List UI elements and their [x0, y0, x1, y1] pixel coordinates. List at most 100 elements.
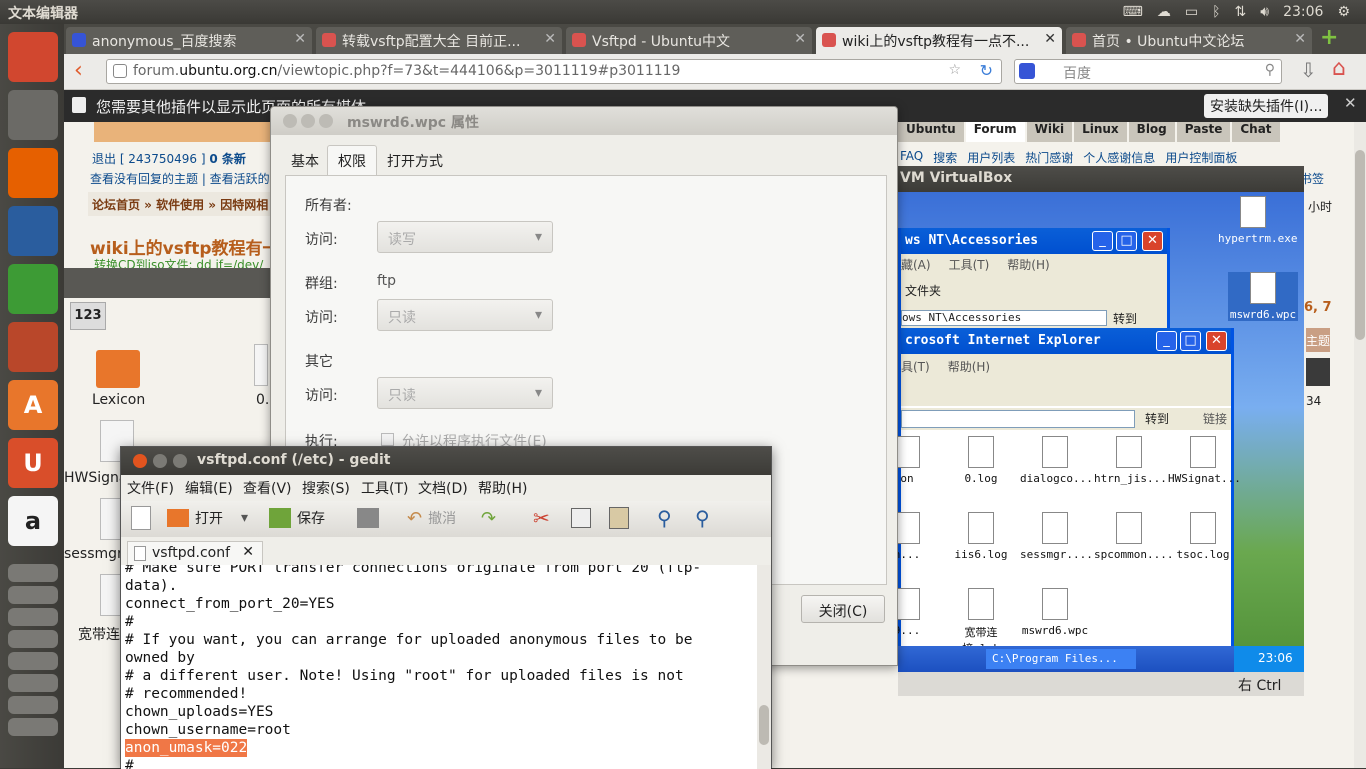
- nav-wiki[interactable]: Wiki: [1026, 122, 1073, 142]
- nav-chat[interactable]: Chat: [1232, 122, 1280, 142]
- close-icon[interactable]: ✕: [1294, 31, 1306, 47]
- tab-permissions[interactable]: 权限: [327, 145, 377, 176]
- editor-text-area[interactable]: # Make sure PORT transfer connections or…: [121, 565, 757, 769]
- link-ucp[interactable]: 用户控制面板: [1165, 149, 1237, 166]
- launcher-stacked-icon[interactable]: [8, 564, 58, 582]
- url-bar[interactable]: forum.ubuntu.org.cn/viewtopic.php?f=73&t…: [106, 59, 1002, 84]
- close-icon[interactable]: ✕: [294, 31, 306, 47]
- link-faq[interactable]: FAQ: [900, 149, 923, 166]
- browser-tab[interactable]: anonymous_百度搜索 ✕: [66, 27, 312, 54]
- menu-search[interactable]: 搜索(S): [302, 478, 350, 498]
- menu-edit[interactable]: 编辑(E): [185, 478, 233, 498]
- maximize-button[interactable]: □: [1180, 331, 1201, 351]
- taskbar-item[interactable]: C:\Program Files...: [986, 649, 1136, 669]
- link-search[interactable]: 搜索: [933, 149, 957, 166]
- editor-scrollbar[interactable]: [757, 565, 771, 769]
- close-icon[interactable]: ✕: [544, 31, 556, 47]
- find-button[interactable]: ⚲: [657, 503, 672, 533]
- nav-linux[interactable]: Linux: [1074, 122, 1127, 142]
- maximize-button[interactable]: [173, 454, 187, 468]
- launcher-stacked-icon[interactable]: [8, 718, 58, 736]
- close-icon[interactable]: ✕: [1044, 31, 1056, 47]
- nav-paste[interactable]: Paste: [1176, 122, 1231, 142]
- link-members[interactable]: 用户列表: [967, 149, 1015, 166]
- folder-icon[interactable]: [96, 350, 140, 388]
- launcher-stacked-icon[interactable]: [8, 630, 58, 648]
- folders-button[interactable]: 文件夹: [905, 282, 941, 299]
- maximize-button[interactable]: □: [1116, 231, 1137, 251]
- menu-documents[interactable]: 文档(D): [418, 478, 468, 498]
- nav-forum[interactable]: Forum: [965, 122, 1025, 142]
- document-icon[interactable]: [254, 344, 268, 386]
- go-button[interactable]: 转到: [1145, 410, 1169, 427]
- launcher-calc-icon[interactable]: [8, 264, 58, 314]
- close-dialog-button[interactable]: 关闭(C): [801, 595, 885, 623]
- undo-button[interactable]: ↶ 撤消: [407, 503, 456, 533]
- browser-tab[interactable]: 首页 • Ubuntu中文论坛 ✕: [1066, 27, 1312, 54]
- scrollbar-thumb[interactable]: [1355, 150, 1365, 340]
- link-thanks-info[interactable]: 个人感谢信息: [1083, 149, 1155, 166]
- copy-button[interactable]: [571, 503, 591, 533]
- desktop-icon[interactable]: hypertrm.exe: [1218, 196, 1297, 245]
- volume-icon[interactable]: 🔊︎: [1260, 4, 1269, 20]
- minimize-button[interactable]: [301, 114, 315, 128]
- page-number[interactable]: 123: [70, 302, 106, 330]
- launcher-stacked-icon[interactable]: [8, 696, 58, 714]
- back-button[interactable]: ‹: [74, 58, 83, 83]
- install-plugins-button[interactable]: 安装缺失插件(I)...: [1204, 94, 1329, 118]
- battery-icon[interactable]: ▭: [1185, 4, 1198, 20]
- ie-file-item[interactable]: tsoc.log: [1168, 512, 1238, 561]
- launcher-impress-icon[interactable]: [8, 322, 58, 372]
- bluetooth-icon[interactable]: ᛒ: [1212, 4, 1220, 20]
- ie-file-item[interactable]: sessmgr....: [1020, 512, 1093, 561]
- search-icon[interactable]: ⚲: [1265, 62, 1275, 78]
- ie-file-item[interactable]: iis6.log: [946, 512, 1016, 561]
- bookmark-star-icon[interactable]: ☆: [948, 62, 961, 78]
- launcher-amazon-icon[interactable]: a: [8, 496, 58, 546]
- desktop-icon[interactable]: mswrd6.wpc: [1228, 272, 1298, 321]
- close-button[interactable]: ✕: [1142, 231, 1163, 251]
- launcher-stacked-icon[interactable]: [8, 652, 58, 670]
- group-access-combo[interactable]: 只读: [377, 299, 553, 331]
- exec-checkbox[interactable]: [381, 433, 394, 446]
- home-icon[interactable]: ⌂: [1332, 56, 1346, 81]
- download-icon[interactable]: ⇩: [1300, 58, 1317, 82]
- open-button[interactable]: 打开 ▾: [167, 503, 248, 533]
- launcher-stacked-icon[interactable]: [8, 608, 58, 626]
- page-numbers[interactable]: 6, 7: [1304, 300, 1332, 315]
- close-icon[interactable]: ✕: [794, 31, 806, 47]
- other-access-combo[interactable]: 只读: [377, 377, 553, 409]
- launcher-stacked-icon[interactable]: [8, 586, 58, 604]
- links-label[interactable]: 链接: [1203, 410, 1227, 427]
- menu-tools[interactable]: 工具(T): [361, 478, 408, 498]
- reload-icon[interactable]: ↻: [980, 61, 993, 80]
- cut-button[interactable]: ✂: [533, 503, 550, 533]
- redo-button[interactable]: ↷: [481, 503, 496, 533]
- launcher-writer-icon[interactable]: [8, 206, 58, 256]
- launcher-ubuntu-home-icon[interactable]: [8, 32, 58, 82]
- link-hot-thanks[interactable]: 热门感谢: [1025, 149, 1073, 166]
- search-box[interactable]: 百度 ⚲: [1014, 59, 1282, 84]
- close-button[interactable]: [283, 114, 297, 128]
- close-icon[interactable]: ✕: [242, 544, 254, 560]
- new-tab-button[interactable]: +: [1320, 27, 1342, 50]
- group-value[interactable]: ftp: [377, 273, 396, 289]
- replace-button[interactable]: ⚲: [695, 503, 710, 533]
- nav-blog[interactable]: Blog: [1128, 122, 1175, 142]
- forum-logout[interactable]: 退出 [ 243750496 ] 0 条新: [92, 150, 246, 167]
- ie-file-item[interactable]: spcommon....: [1094, 512, 1173, 561]
- minimize-button[interactable]: _: [1156, 331, 1177, 351]
- cloud-icon[interactable]: ☁: [1157, 4, 1171, 20]
- ie-file-item[interactable]: 0.log: [946, 436, 1016, 485]
- menu-help[interactable]: 帮助(H): [478, 478, 527, 498]
- browser-tab[interactable]: Vsftpd - Ubuntu中文 ✕: [566, 27, 812, 54]
- launcher-software-center-icon[interactable]: A: [8, 380, 58, 430]
- address-field[interactable]: [901, 410, 1135, 428]
- minimize-button[interactable]: [153, 454, 167, 468]
- close-icon[interactable]: ✕: [1344, 94, 1357, 112]
- keyboard-icon[interactable]: ⌨: [1123, 4, 1143, 20]
- close-button[interactable]: [133, 454, 147, 468]
- page-scrollbar[interactable]: [1354, 122, 1366, 768]
- menu-view[interactable]: 查看(V): [243, 478, 292, 498]
- ie-file-item[interactable]: HWSignat...: [1168, 436, 1241, 485]
